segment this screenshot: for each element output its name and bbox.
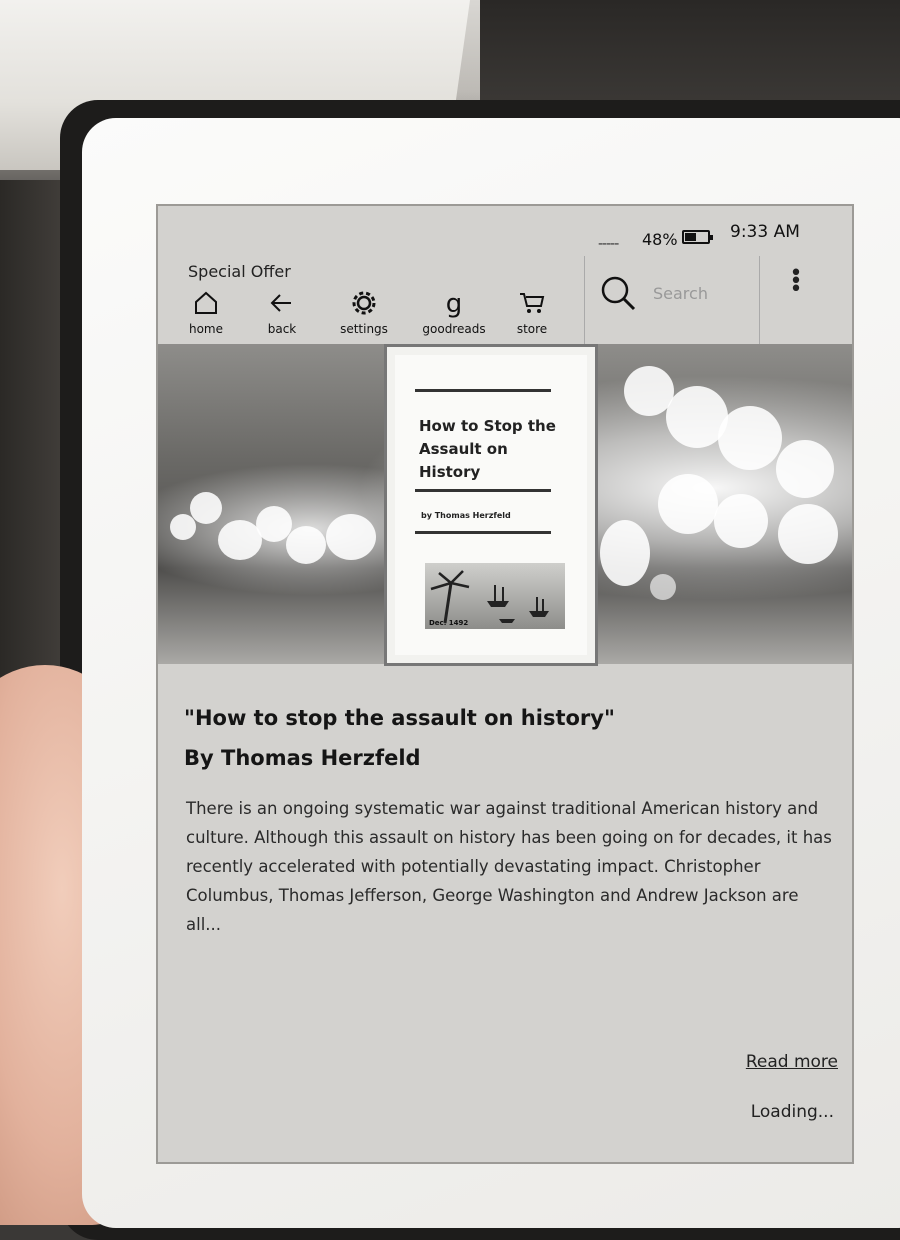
gear-icon	[324, 290, 404, 320]
cover-author: by Thomas Herzfeld	[421, 511, 511, 520]
kindle-screen: ----- 48% 9:33 AM Special Offer home bac…	[156, 204, 854, 1164]
book-cover[interactable]: How to Stop the Assault on History by Th…	[384, 344, 598, 666]
bokeh-light	[776, 440, 834, 498]
cover-caption: Dec. 1492	[429, 619, 469, 627]
bokeh-light	[286, 526, 326, 564]
cover-rule	[415, 531, 551, 534]
cart-icon	[492, 290, 572, 320]
signal-indicator: -----	[598, 236, 619, 252]
bokeh-light	[778, 504, 838, 564]
bokeh-light	[714, 494, 768, 548]
book-byline: By Thomas Herzfeld	[184, 746, 421, 770]
settings-label: settings	[340, 322, 388, 336]
status-bar: ----- 48% 9:33 AM	[158, 206, 852, 252]
store-label: store	[516, 322, 548, 336]
settings-button[interactable]: settings	[324, 290, 404, 336]
bokeh-light	[658, 474, 718, 534]
home-button[interactable]: home	[166, 290, 246, 336]
bokeh-light	[650, 574, 676, 600]
back-label: back	[267, 322, 297, 336]
goodreads-icon: g	[445, 289, 463, 319]
bokeh-light	[326, 514, 376, 560]
search-placeholder: Search	[653, 284, 708, 303]
battery-percent: 48%	[642, 230, 678, 249]
bokeh-light	[170, 514, 196, 540]
goodreads-label: goodreads	[422, 322, 486, 336]
home-icon	[166, 290, 246, 320]
book-title: "How to stop the assault on history"	[184, 706, 615, 730]
cover-title: How to Stop the Assault on History	[419, 417, 556, 481]
book-description: There is an ongoing systematic war again…	[186, 799, 832, 934]
back-arrow-icon	[242, 290, 322, 320]
special-offer-label: Special Offer	[188, 262, 291, 281]
read-more-link[interactable]: Read more	[746, 1052, 838, 1072]
bokeh-light	[190, 492, 222, 524]
back-button[interactable]: back	[242, 290, 322, 336]
loading-indicator: Loading...	[750, 1102, 834, 1122]
home-label: home	[188, 322, 224, 336]
goodreads-button[interactable]: g goodreads	[414, 290, 494, 336]
cover-rule	[415, 389, 551, 392]
cover-rule	[415, 489, 551, 492]
battery-icon	[682, 230, 713, 244]
bokeh-light	[718, 406, 782, 470]
search-icon	[601, 276, 636, 311]
more-menu-icon[interactable]: • • •	[786, 263, 806, 301]
cover-illustration: Dec. 1492	[425, 563, 565, 629]
bokeh-light	[600, 520, 650, 586]
clock: 9:33 AM	[730, 222, 800, 242]
search-box[interactable]: Search	[584, 256, 760, 344]
store-button[interactable]: store	[492, 290, 572, 336]
